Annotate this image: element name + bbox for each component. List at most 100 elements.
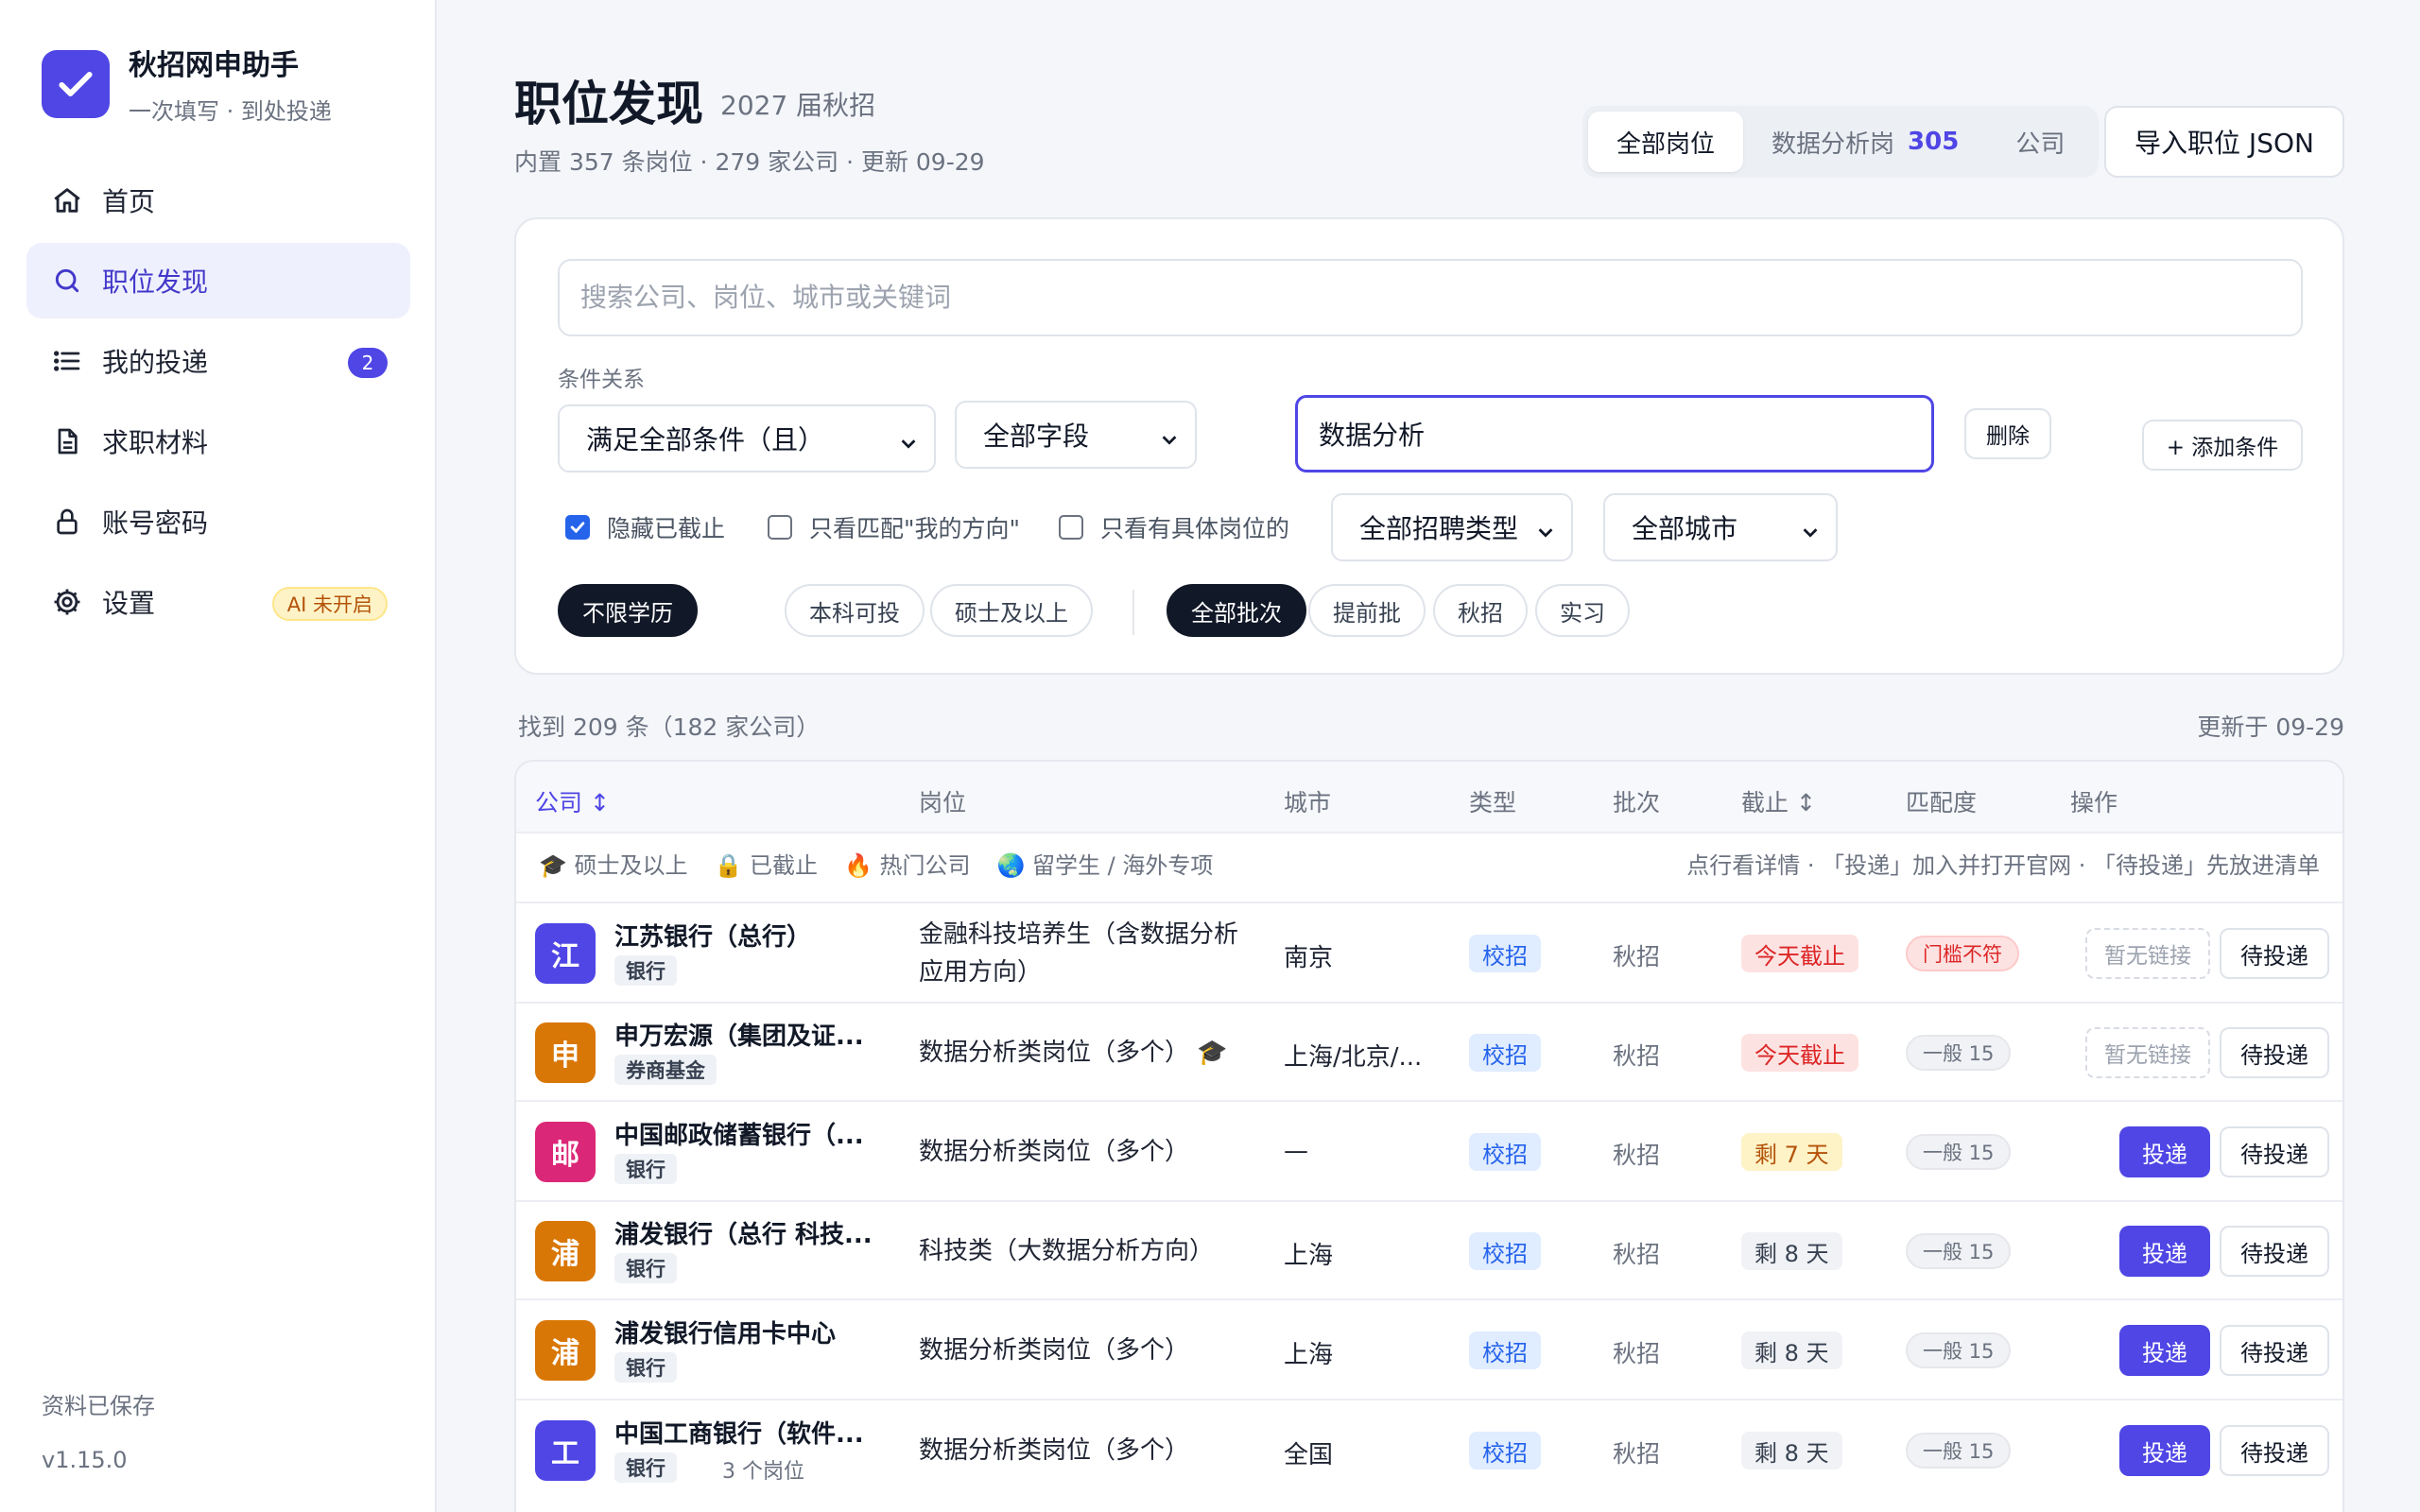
- no-link-button[interactable]: 暂无链接: [2085, 928, 2210, 979]
- edu-pill-master[interactable]: 硕士及以上: [930, 584, 1093, 637]
- table-row[interactable]: 浦浦发银行信用卡中心 银行 数据分析类岗位（多个） 上海 校招 秋招 剩 8 天 一般 15 投…: [516, 1298, 2342, 1399]
- checkbox-unchecked-icon: [1059, 515, 1083, 540]
- sidebar-item-label: 首页: [102, 186, 156, 217]
- sidebar-item-job-discovery[interactable]: 职位发现: [26, 243, 410, 318]
- delete-condition-button[interactable]: 删除: [1964, 408, 2051, 459]
- sidebar-item-settings[interactable]: 设置 AI 未开启: [26, 564, 410, 640]
- sidebar-item-home[interactable]: 首页: [26, 163, 410, 238]
- batch-value: 秋招: [1613, 1440, 1661, 1468]
- tab-all-jobs[interactable]: 全部岗位: [1588, 112, 1744, 172]
- batch-value: 秋招: [1613, 1142, 1661, 1169]
- position-name: 数据分析类岗位（多个）: [919, 1436, 1190, 1465]
- deadline-badge: 剩 8 天: [1741, 1232, 1842, 1270]
- batch-pill-autumn[interactable]: 秋招: [1433, 584, 1528, 637]
- company-name: 浦发银行（总行 科技...: [614, 1221, 873, 1249]
- company-name: 浦发银行信用卡中心: [614, 1320, 837, 1349]
- city-value: 上海: [1284, 1242, 1334, 1270]
- col-type: 类型: [1469, 789, 1517, 816]
- match-badge: 一般 15: [1906, 1433, 2012, 1469]
- save-for-later-button[interactable]: 待投递: [2220, 1126, 2329, 1177]
- city-value: 全国: [1284, 1441, 1334, 1469]
- ai-status-badge: AI 未开启: [271, 587, 388, 621]
- sidebar-item-materials[interactable]: 求职材料: [26, 404, 410, 479]
- recruit-type-value: 全部招聘类型: [1359, 513, 1519, 544]
- sidebar-item-accounts[interactable]: 账号密码: [26, 484, 410, 559]
- tab-label: 全部岗位: [1616, 129, 1716, 159]
- specific-position-checkbox[interactable]: 只看有具体岗位的: [1059, 510, 1289, 544]
- add-condition-button[interactable]: + 添加条件: [2142, 420, 2303, 471]
- apply-button[interactable]: 投递: [2119, 1126, 2210, 1177]
- save-for-later-button[interactable]: 待投递: [2220, 1226, 2329, 1277]
- brand: 秋招网申助手 一次填写 · 到处投递: [42, 42, 332, 126]
- save-for-later-button[interactable]: 待投递: [2220, 1027, 2329, 1078]
- position-name: 数据分析类岗位（多个） 🎓: [919, 1039, 1228, 1067]
- import-json-button[interactable]: 导入职位 JSON: [2104, 106, 2344, 178]
- col-company[interactable]: 公司 ↕: [535, 784, 610, 818]
- page-meta: 内置 357 条岗位 · 279 家公司 · 更新 09-29: [514, 148, 985, 176]
- result-count: 找到 209 条（182 家公司）: [518, 713, 821, 741]
- tab-label: 公司: [2015, 129, 2066, 159]
- apply-button[interactable]: 投递: [2119, 1425, 2210, 1476]
- chevron-down-icon: [898, 429, 919, 460]
- company-name: 申万宏源（集团及证...: [614, 1022, 864, 1051]
- type-badge: 校招: [1469, 1432, 1541, 1469]
- city-value: —: [1284, 1137, 1308, 1165]
- main-content: 职位发现 2027 届秋招 内置 357 条岗位 · 279 家公司 · 更新 …: [437, 0, 2420, 1512]
- col-actions: 操作: [2070, 789, 2118, 816]
- table-tip: 点行看详情 · 「投递」加入并打开官网 · 「待投递」先放进清单: [1686, 852, 2320, 879]
- edu-pill-bachelor[interactable]: 本科可投: [785, 584, 925, 637]
- tab-data-analysis[interactable]: 数据分析岗 305: [1743, 112, 1987, 172]
- keyword-input[interactable]: 数据分析: [1295, 395, 1934, 472]
- batch-pill-early[interactable]: 提前批: [1308, 584, 1426, 637]
- chevron-down-icon: [1535, 518, 1556, 549]
- sidebar-item-label: 设置: [102, 588, 156, 619]
- table-row[interactable]: 邮中国邮政储蓄银行（... 银行 数据分析类岗位（多个） — 校招 秋招 剩 7 天 一般 1…: [516, 1100, 2342, 1200]
- type-badge: 校招: [1469, 1133, 1541, 1171]
- version-label: v1.15.0: [42, 1447, 128, 1473]
- company-name: 中国邮政储蓄银行（...: [614, 1122, 864, 1150]
- field-select[interactable]: 全部字段: [955, 401, 1197, 469]
- edu-pill-any[interactable]: 不限学历: [558, 584, 698, 637]
- deadline-badge: 剩 7 天: [1741, 1133, 1842, 1171]
- save-for-later-button[interactable]: 待投递: [2220, 1325, 2329, 1376]
- legend-master: 🎓 硕士及以上: [539, 852, 688, 879]
- company-avatar: 江: [535, 923, 596, 984]
- match-direction-checkbox[interactable]: 只看匹配"我的方向": [768, 510, 1020, 544]
- search-input[interactable]: [558, 259, 2303, 336]
- col-deadline[interactable]: 截止 ↕: [1741, 784, 1816, 818]
- table-row[interactable]: 江江苏银行（总行） 银行 金融科技培养生（含数据分析 应用方向） 南京 校招 秋招 今天截止…: [516, 902, 2342, 1002]
- sidebar-item-my-applications[interactable]: 我的投递 2: [26, 323, 410, 399]
- save-for-later-button[interactable]: 待投递: [2220, 1425, 2329, 1476]
- table-row[interactable]: 申申万宏源（集团及证... 券商基金 数据分析类岗位（多个） 🎓 上海/北京/... 校…: [516, 1002, 2342, 1100]
- sidebar: 秋招网申助手 一次填写 · 到处投递 首页 职位发现 我的投递 2 求职材料 账…: [0, 0, 437, 1512]
- table-row[interactable]: 浦浦发银行（总行 科技... 银行 科技类（大数据分析方向） 上海 校招 秋招 剩 8 天 一…: [516, 1200, 2342, 1298]
- city-value: 上海: [1284, 1341, 1334, 1369]
- table-row[interactable]: 工中国工商银行（软件... 银行 3 个岗位 数据分析类岗位（多个） 全国 校招 秋招 剩 8…: [516, 1399, 2342, 1499]
- batch-pill-all[interactable]: 全部批次: [1167, 584, 1306, 637]
- company-avatar: 浦: [535, 1320, 596, 1381]
- city-value: 上海/北京/...: [1284, 1043, 1423, 1072]
- checkbox-unchecked-icon: [768, 515, 792, 540]
- page-season: 2027 届秋招: [720, 90, 876, 121]
- apply-button[interactable]: 投递: [2119, 1325, 2210, 1376]
- tab-companies[interactable]: 公司: [1987, 112, 2093, 172]
- checkbox-checked-icon: [565, 515, 590, 540]
- match-badge: 一般 15: [1906, 1332, 2012, 1368]
- batch-pill-intern[interactable]: 实习: [1535, 584, 1630, 637]
- sidebar-nav: 首页 职位发现 我的投递 2 求职材料 账号密码 设置 AI 未开启: [26, 163, 410, 644]
- save-for-later-button[interactable]: 待投递: [2220, 928, 2329, 979]
- apply-button[interactable]: 投递: [2119, 1226, 2210, 1277]
- result-updated: 更新于 09-29: [2197, 713, 2344, 741]
- hide-expired-checkbox[interactable]: 隐藏已截止: [565, 510, 725, 544]
- city-select[interactable]: 全部城市: [1603, 493, 1838, 561]
- jobs-table: 公司 ↕ 岗位 城市 类型 批次 截止 ↕ 匹配度 操作 🎓 硕士及以上 🔒 已…: [514, 760, 2344, 1512]
- recruit-type-select[interactable]: 全部招聘类型: [1331, 493, 1573, 561]
- logic-select[interactable]: 满足全部条件（且）: [558, 404, 936, 472]
- page-title: 职位发现: [514, 77, 703, 131]
- match-badge: 门槛不符: [1906, 936, 2019, 971]
- save-status: 资料已保存: [42, 1393, 155, 1419]
- condition-label: 条件关系: [558, 368, 645, 392]
- no-link-button[interactable]: 暂无链接: [2085, 1027, 2210, 1078]
- col-position: 岗位: [919, 789, 967, 816]
- search-icon: [49, 263, 85, 299]
